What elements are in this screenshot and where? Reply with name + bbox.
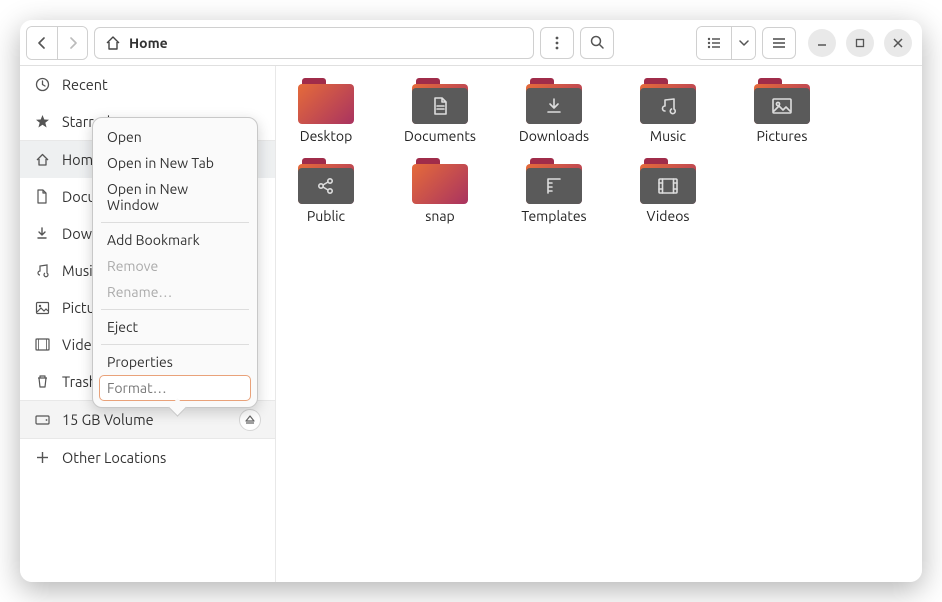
path-bar[interactable]: Home: [94, 27, 534, 59]
file-manager-window: Home: [20, 20, 922, 582]
folder-grid: Desktop Documents Downloads Music Pictures Pu…: [286, 78, 912, 238]
sidebar-item-label: Other Locations: [62, 449, 166, 466]
kebab-icon: [555, 36, 559, 50]
folder-icon: [754, 78, 810, 124]
view-switcher: [696, 26, 756, 60]
folder-name: Downloads: [519, 128, 589, 144]
folder-icon: [526, 158, 582, 204]
star-icon: [34, 114, 50, 129]
sidebar-item-label: Recent: [62, 76, 108, 93]
video-icon: [34, 338, 50, 351]
chevron-left-icon: [37, 37, 47, 49]
folder-icon: [640, 158, 696, 204]
sidebar-item-other-locations[interactable]: Other Locations: [20, 439, 275, 476]
document-icon: [34, 189, 50, 204]
folder-item[interactable]: Documents: [400, 78, 480, 144]
context-menu-item[interactable]: Eject: [99, 314, 251, 340]
minimize-button[interactable]: [808, 29, 836, 57]
folder-item[interactable]: Desktop: [286, 78, 366, 144]
folder-item[interactable]: Downloads: [514, 78, 594, 144]
context-menu-item[interactable]: Open: [99, 124, 251, 150]
folder-name: Desktop: [300, 128, 353, 144]
window-controls: [808, 29, 912, 57]
folder-icon: [526, 78, 582, 124]
context-menu-item[interactable]: Open in New Tab: [99, 150, 251, 176]
folder-name: snap: [425, 208, 454, 224]
view-dropdown-button[interactable]: [731, 27, 755, 59]
plus-icon: [34, 451, 50, 464]
maximize-icon: [855, 38, 865, 48]
path-label: Home: [129, 35, 168, 51]
search-icon: [590, 35, 605, 50]
chevron-right-icon: [68, 37, 78, 49]
drive-icon: [34, 413, 50, 426]
folder-icon: [412, 158, 468, 204]
sidebar-item-label: 15 GB Volume: [62, 411, 154, 428]
clock-icon: [34, 77, 50, 92]
context-menu-item: Remove: [99, 253, 251, 279]
forward-button[interactable]: [57, 27, 87, 59]
folder-name: Videos: [647, 208, 690, 224]
hamburger-icon: [772, 37, 786, 49]
folder-icon: [640, 78, 696, 124]
folder-item[interactable]: snap: [400, 158, 480, 224]
folder-name: Documents: [404, 128, 476, 144]
folder-item[interactable]: Music: [628, 78, 708, 144]
folder-name: Templates: [521, 208, 586, 224]
context-menu-item[interactable]: Add Bookmark: [99, 227, 251, 253]
headerbar: Home: [20, 20, 922, 66]
context-menu-item[interactable]: Open in New Window: [99, 176, 251, 218]
list-view-button[interactable]: [697, 27, 731, 59]
folder-icon: [412, 78, 468, 124]
trash-icon: [34, 374, 50, 389]
folder-name: Music: [650, 128, 686, 144]
hamburger-menu-button[interactable]: [762, 27, 796, 59]
folder-item[interactable]: Pictures: [742, 78, 822, 144]
sidebar-item-recent[interactable]: Recent: [20, 66, 275, 103]
music-icon: [34, 263, 50, 278]
close-button[interactable]: [884, 29, 912, 57]
list-icon: [707, 37, 721, 49]
home-icon: [105, 35, 121, 51]
context-menu: OpenOpen in New TabOpen in New Window Add…: [92, 117, 258, 408]
folder-name: Pictures: [757, 128, 808, 144]
search-button[interactable]: [580, 27, 614, 59]
folder-icon: [298, 158, 354, 204]
folder-item[interactable]: Videos: [628, 158, 708, 224]
home-icon: [34, 152, 50, 167]
folder-item[interactable]: Public: [286, 158, 366, 224]
back-button[interactable]: [27, 27, 57, 59]
more-options-button[interactable]: [540, 27, 574, 59]
nav-buttons: [26, 26, 88, 60]
context-menu-item[interactable]: Properties: [99, 349, 251, 375]
folder-icon: [298, 78, 354, 124]
chevron-down-icon: [739, 39, 749, 47]
folder-item[interactable]: Templates: [514, 158, 594, 224]
context-menu-item: Rename…: [99, 279, 251, 305]
eject-icon: [245, 415, 255, 425]
close-icon: [893, 38, 903, 48]
context-menu-item[interactable]: Format…: [99, 375, 251, 401]
folder-name: Public: [307, 208, 345, 224]
picture-icon: [34, 301, 50, 315]
content-area[interactable]: Desktop Documents Downloads Music Pictures Pu…: [276, 66, 922, 582]
eject-button[interactable]: [239, 409, 261, 431]
minimize-icon: [817, 38, 827, 48]
download-icon: [34, 226, 50, 241]
maximize-button[interactable]: [846, 29, 874, 57]
